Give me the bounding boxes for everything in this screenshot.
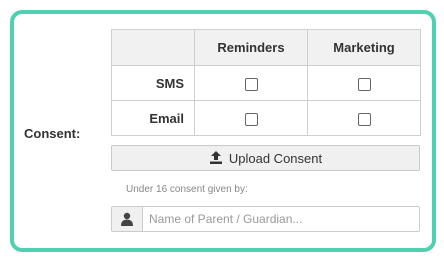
table-row: SMS: [111, 65, 421, 101]
sms-reminders-checkbox[interactable]: [244, 77, 258, 91]
row-label-sms: SMS: [111, 65, 195, 101]
header-empty: [111, 29, 195, 66]
consent-table: Reminders Marketing SMS Email: [111, 29, 421, 136]
parent-guardian-input[interactable]: [143, 207, 419, 231]
header-reminders: Reminders: [194, 29, 308, 66]
cell-email-marketing: [307, 100, 421, 136]
parent-guardian-field: [111, 206, 420, 232]
under16-hint: Under 16 consent given by:: [126, 184, 248, 195]
upload-icon: [209, 151, 223, 165]
table-row: Email: [111, 100, 421, 136]
cell-email-reminders: [194, 100, 308, 136]
consent-label: Consent:: [24, 126, 81, 141]
email-marketing-checkbox[interactable]: [357, 112, 371, 126]
sms-marketing-checkbox[interactable]: [357, 77, 371, 91]
consent-panel: Consent: Reminders Marketing SMS Email U…: [10, 10, 436, 252]
user-icon: [112, 207, 143, 231]
email-reminders-checkbox[interactable]: [244, 112, 258, 126]
upload-consent-button[interactable]: Upload Consent: [111, 145, 420, 171]
cell-sms-marketing: [307, 65, 421, 101]
cell-sms-reminders: [194, 65, 308, 101]
consent-table-header: Reminders Marketing: [111, 29, 421, 66]
row-label-email: Email: [111, 100, 195, 136]
header-marketing: Marketing: [307, 29, 421, 66]
upload-consent-label: Upload Consent: [228, 150, 323, 166]
